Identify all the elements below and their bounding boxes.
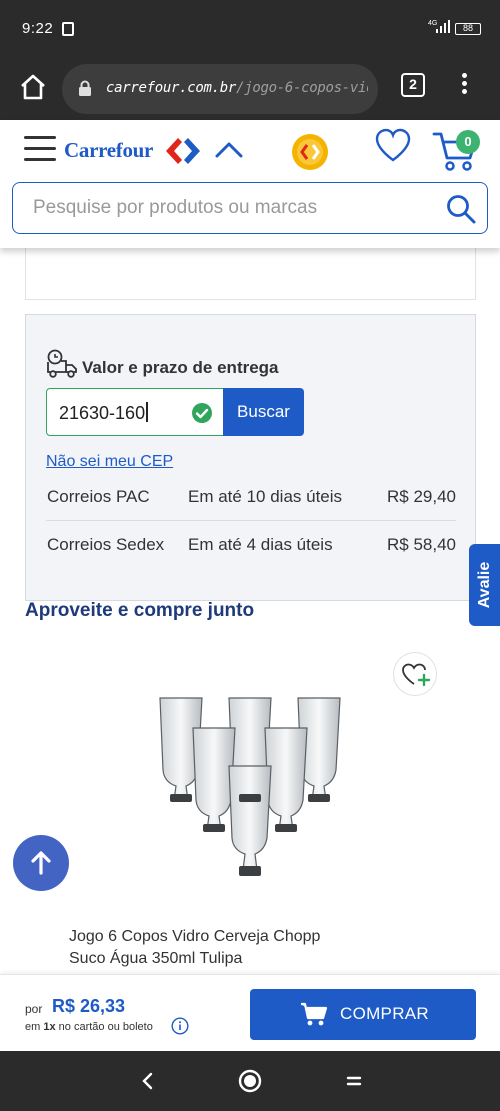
status-time: 9:22 — [22, 20, 54, 37]
notification-icon — [62, 22, 74, 36]
search-cep-button[interactable]: Buscar — [223, 388, 304, 436]
previous-section-card — [25, 240, 476, 300]
product-image[interactable] — [150, 690, 350, 885]
search-bar[interactable] — [12, 182, 488, 234]
network-label: 4G — [428, 20, 437, 27]
browser-toolbar: carrefour.com.br/jogo-6-copos-vidro- 2 — [0, 58, 500, 120]
buy-together-title: Aproveite e compre junto — [25, 600, 255, 621]
overflow-menu-icon[interactable] — [458, 70, 470, 100]
home-icon[interactable] — [18, 72, 48, 102]
recent-apps-icon[interactable] — [346, 1073, 362, 1089]
back-icon[interactable] — [140, 1071, 156, 1091]
system-nav-bar — [0, 1051, 500, 1111]
buy-bar: por R$ 26,33 em 1x no cartão ou boleto C… — [0, 974, 500, 1051]
shipping-option-row: Correios PAC Em até 10 dias úteis R$ 29,… — [46, 473, 456, 521]
shipping-price: R$ 29,40 — [387, 487, 456, 506]
delivery-truck-icon — [46, 349, 78, 379]
chevron-up-icon[interactable] — [213, 136, 245, 164]
buy-button[interactable]: COMPRAR — [250, 989, 476, 1040]
cep-input[interactable]: 21630-160 — [46, 388, 224, 436]
address-bar[interactable]: carrefour.com.br/jogo-6-copos-vidro- — [62, 64, 378, 114]
url-text: carrefour.com.br/jogo-6-copos-vidro- — [106, 80, 368, 96]
logo-text: Carrefour — [64, 138, 154, 162]
shipping-deadline: Em até 10 dias úteis — [188, 487, 343, 506]
cep-value: 21630-160 — [59, 403, 146, 423]
add-to-wishlist-button[interactable] — [393, 652, 437, 696]
installment-text: em 1x no cartão ou boleto — [25, 1021, 153, 1033]
cart-count-badge: 0 — [456, 130, 480, 154]
shipping-carrier: Correios Sedex — [47, 535, 165, 554]
signal-icon: 4G — [428, 18, 452, 37]
battery-icon: 88 — [455, 23, 481, 35]
status-bar: 9:22 4G 88 — [0, 0, 500, 58]
url-path: /jogo-6-copos-vidro- — [236, 80, 368, 96]
shipping-carrier: Correios PAC — [47, 487, 150, 506]
wishlist-heart-icon[interactable] — [374, 128, 412, 164]
installment-suffix: no cartão ou boleto — [58, 1021, 153, 1033]
text-caret — [146, 402, 148, 422]
product-price: R$ 26,33 — [52, 996, 126, 1016]
installment-count: 1x — [43, 1021, 56, 1033]
rewards-coin-icon[interactable] — [290, 132, 330, 172]
buy-button-label: COMPRAR — [340, 1004, 429, 1023]
lock-icon — [78, 80, 92, 96]
info-icon[interactable] — [171, 1017, 189, 1035]
price-prefix: por — [25, 1002, 43, 1016]
shipping-option-row: Correios Sedex Em até 4 dias úteis R$ 58… — [46, 521, 456, 569]
home-icon[interactable] — [238, 1069, 262, 1093]
scroll-to-top-button[interactable] — [13, 835, 69, 891]
url-domain: carrefour.com.br — [106, 80, 237, 96]
search-input[interactable] — [33, 195, 433, 221]
product-name[interactable]: Jogo 6 Copos Vidro Cerveja Chopp Suco Ág… — [69, 926, 359, 970]
carrefour-mark-icon — [164, 136, 206, 166]
feedback-tab[interactable]: Avalie — [469, 544, 500, 626]
unknown-cep-link[interactable]: Não sei meu CEP — [46, 453, 173, 471]
shipping-deadline: Em até 4 dias úteis — [188, 535, 333, 554]
cart-icon — [300, 1001, 328, 1027]
delivery-title: Valor e prazo de entrega — [82, 358, 279, 377]
hamburger-menu-icon[interactable] — [24, 136, 56, 162]
feedback-tab-label: Avalie — [476, 561, 493, 609]
valid-check-icon — [191, 402, 213, 424]
site-header: Carrefour — [0, 120, 500, 248]
search-icon[interactable] — [445, 193, 477, 225]
tab-switcher-button[interactable]: 2 — [401, 73, 425, 97]
delivery-estimate-card: Valor e prazo de entrega 21630-160 Busca… — [25, 314, 476, 601]
shipping-price: R$ 58,40 — [387, 535, 456, 554]
installment-prefix: em — [25, 1021, 41, 1033]
